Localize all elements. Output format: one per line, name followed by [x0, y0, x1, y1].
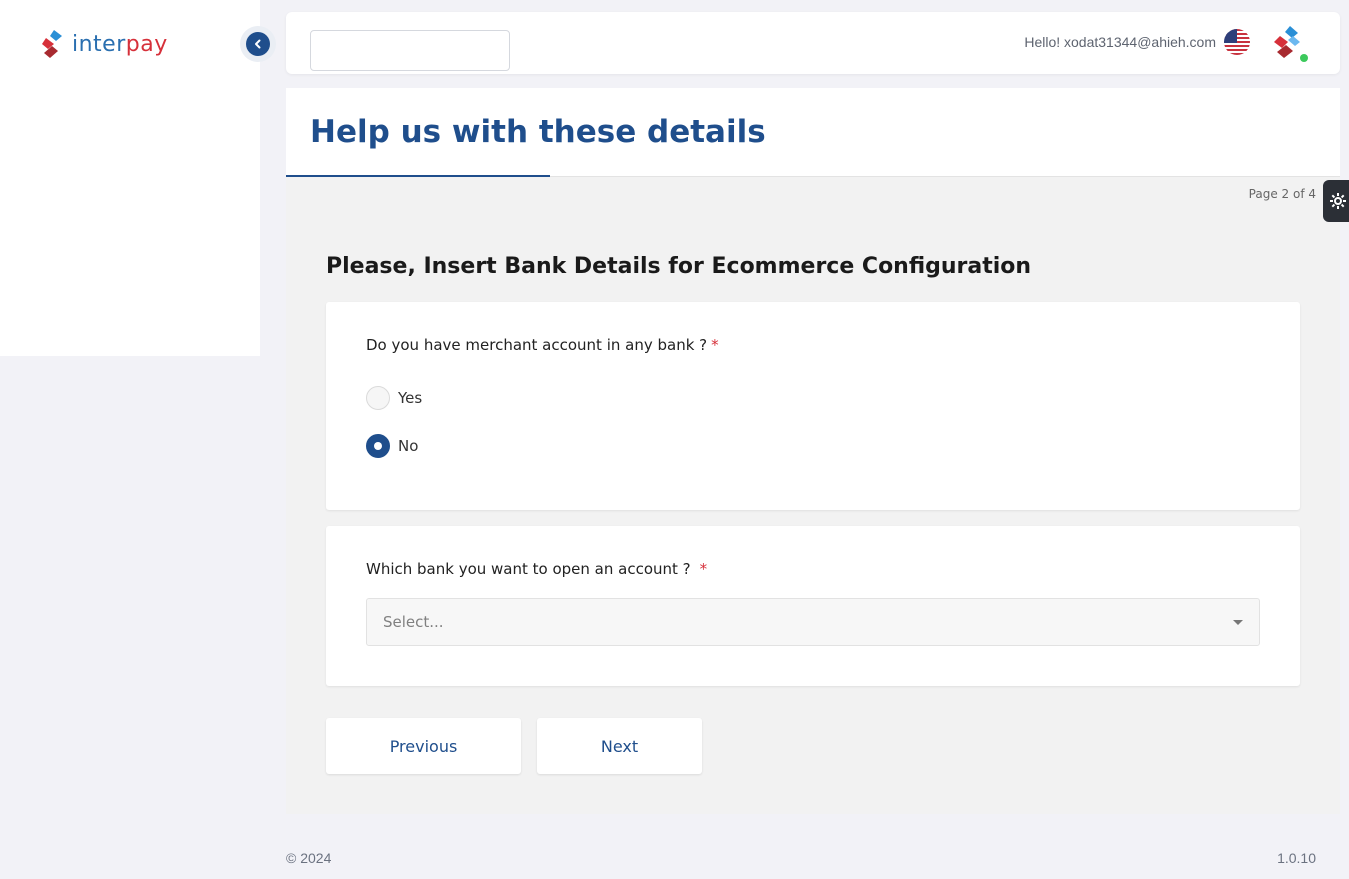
- collapse-sidebar-button[interactable]: [240, 26, 276, 62]
- app-version: 1.0.10: [1277, 850, 1316, 866]
- radio-label-yes: Yes: [398, 389, 423, 407]
- user-avatar[interactable]: [1270, 24, 1308, 62]
- previous-button[interactable]: Previous: [326, 718, 521, 774]
- radio-option-yes[interactable]: Yes: [366, 386, 422, 410]
- search-input[interactable]: [310, 30, 510, 71]
- form-panel: Help us with these details Page 2 of 4 P…: [286, 88, 1340, 814]
- radio-option-no[interactable]: No: [366, 434, 418, 458]
- logo-wordmark: interpay: [72, 31, 168, 57]
- interpay-logo-icon: [42, 30, 62, 58]
- page-indicator: Page 2 of 4: [1248, 187, 1316, 201]
- settings-tab[interactable]: [1323, 180, 1349, 222]
- online-status-dot: [1300, 54, 1308, 62]
- radio-no[interactable]: [366, 434, 390, 458]
- top-bar: Hello! xodat31344@ahieh.com: [286, 12, 1340, 74]
- merchant-account-question: Do you have merchant account in any bank…: [366, 336, 719, 354]
- bank-select-placeholder: Select...: [383, 613, 444, 631]
- gear-icon: [1330, 193, 1346, 209]
- radio-yes[interactable]: [366, 386, 390, 410]
- section-title: Please, Insert Bank Details for Ecommerc…: [326, 254, 1032, 279]
- user-greeting: Hello! xodat31344@ahieh.com: [1024, 34, 1216, 50]
- progress-indicator: [286, 175, 550, 177]
- bank-select-card: Which bank you want to open an account ?…: [326, 526, 1300, 686]
- us-flag-icon[interactable]: [1224, 29, 1250, 55]
- copyright: © 2024: [286, 850, 332, 866]
- page-title: Help us with these details: [310, 114, 766, 150]
- panel-header: Help us with these details: [286, 88, 1340, 177]
- required-mark: *: [699, 560, 708, 578]
- radio-label-no: No: [398, 437, 419, 455]
- chevron-left-icon: [255, 39, 261, 49]
- caret-down-icon: [1233, 619, 1243, 625]
- merchant-account-question-card: Do you have merchant account in any bank…: [326, 302, 1300, 510]
- interpay-logo[interactable]: interpay: [40, 28, 168, 60]
- required-mark: *: [711, 336, 719, 354]
- sidebar: interpay: [0, 0, 260, 356]
- next-button[interactable]: Next: [537, 718, 702, 774]
- bank-select-dropdown[interactable]: Select...: [366, 598, 1260, 646]
- bank-question: Which bank you want to open an account ?…: [366, 560, 708, 578]
